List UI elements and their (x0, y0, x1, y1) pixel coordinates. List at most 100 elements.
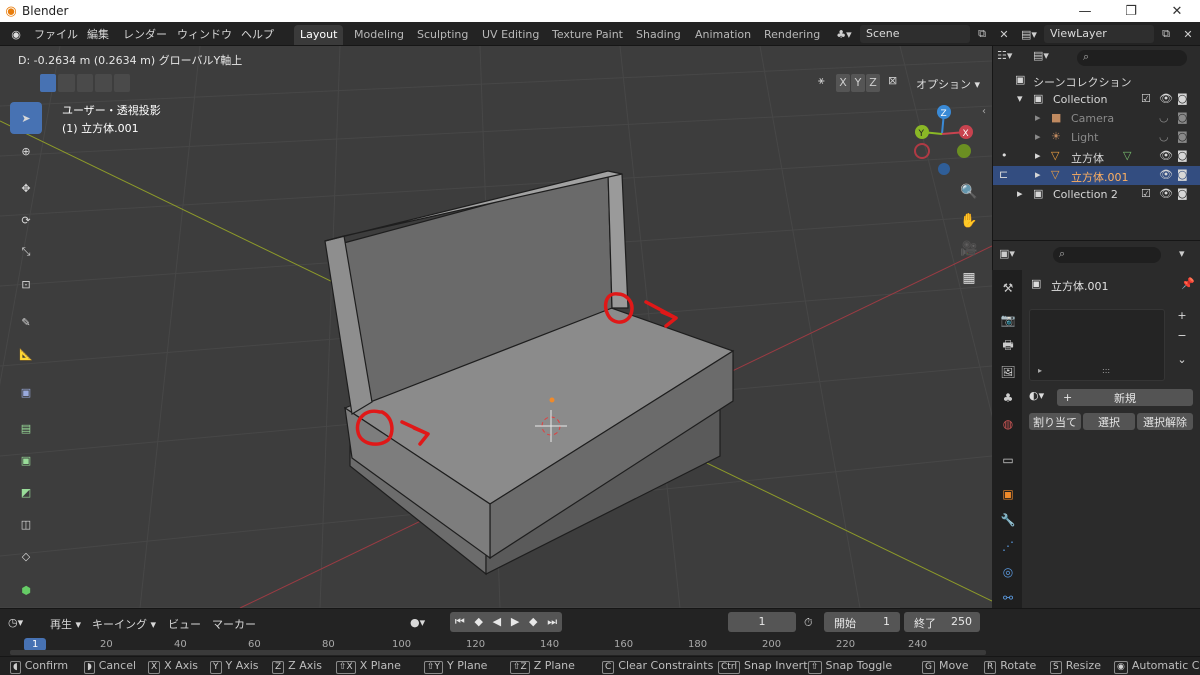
select-intersect-icon[interactable] (113, 74, 131, 92)
editor-type-icon[interactable]: ☷▾ (997, 49, 1025, 67)
play-reverse-icon[interactable]: ◀ (493, 615, 501, 632)
assign-button[interactable]: 割り当て (1029, 413, 1081, 430)
options-dropdown[interactable]: オプション ▾ (912, 74, 984, 92)
chevron-down-icon[interactable]: ▾ (1179, 247, 1185, 260)
mirror-z-toggle[interactable]: Z (866, 74, 880, 92)
slot-menu-chevron-icon[interactable]: ⌄ (1173, 353, 1191, 371)
eye-closed-icon[interactable]: ◡ (1159, 130, 1169, 143)
tab-modeling[interactable]: Modeling (348, 25, 410, 45)
auto-merge-icon[interactable]: ⊠ (888, 74, 906, 92)
deselect-button[interactable]: 選択解除 (1137, 413, 1193, 430)
camera-render-icon[interactable]: ◙ (1177, 168, 1188, 181)
material-slot-list[interactable]: ▸ ::: (1029, 309, 1165, 381)
tool-transform[interactable]: ⊡ (10, 268, 42, 300)
particles-tab-icon[interactable]: ⋰ (998, 536, 1018, 556)
output-tab-icon[interactable]: 🖶 (998, 336, 1018, 356)
menu-help[interactable]: ヘルプ (241, 26, 274, 42)
camera-render-icon[interactable]: ◙ (1177, 149, 1188, 162)
tab-sculpting[interactable]: Sculpting (411, 25, 474, 45)
next-keyframe-icon[interactable]: ◆ (529, 615, 537, 632)
mirror-x-toggle[interactable]: X (836, 74, 850, 92)
keying-menu[interactable]: キーイング ▾ (92, 613, 156, 633)
outliner-row-light[interactable]: ▸ ☀ Light ◡ ◙ (993, 128, 1200, 147)
prev-keyframe-icon[interactable]: ◆ (474, 615, 482, 632)
collection-tab-icon[interactable]: ▭ (998, 450, 1018, 470)
properties-editor-icon[interactable]: ▣▾ (999, 247, 1015, 260)
timeline-scrollbar[interactable] (10, 650, 986, 655)
select-new-icon[interactable] (40, 74, 57, 92)
eye-icon[interactable]: 👁 (1159, 92, 1173, 105)
pin-icon[interactable]: 📌 (1181, 277, 1195, 290)
tool-measure[interactable]: 📐 (10, 338, 42, 370)
viewlayer-selector-icon[interactable]: ▤▾ (1016, 25, 1042, 43)
camera-render-icon[interactable]: ◙ (1177, 111, 1188, 124)
object-tab-icon[interactable]: ▣ (998, 484, 1018, 504)
jump-start-icon[interactable]: ⏮ (455, 615, 465, 632)
sidebar-toggle-icon[interactable]: ‹ (982, 106, 986, 117)
select-invert-icon[interactable] (95, 74, 112, 92)
marker-menu[interactable]: マーカー (212, 613, 256, 633)
pan-hand-icon[interactable]: ✋ (956, 208, 982, 234)
outliner-row-scene-collection[interactable]: ▣ シーンコレクション (993, 71, 1200, 90)
tool-tab-icon[interactable]: ⚒ (998, 278, 1018, 298)
menu-edit[interactable]: 編集 (87, 26, 109, 42)
scene-name-field[interactable]: Scene (860, 25, 970, 43)
outliner-row-cube[interactable]: • ▸ ▽ 立方体 ▽ 👁 ◙ (993, 147, 1200, 166)
tool-annotate[interactable]: ✎ (10, 306, 42, 338)
jump-end-icon[interactable]: ⏭ (547, 615, 557, 632)
zoom-icon[interactable]: 🔍 (956, 179, 982, 205)
timeline-editor-icon[interactable]: ◷▾ (8, 613, 38, 633)
eye-icon[interactable]: 👁 (1159, 187, 1173, 200)
eye-icon[interactable]: 👁 (1159, 168, 1173, 181)
minimize-button[interactable]: — (1062, 0, 1108, 22)
modifier-wrench-icon[interactable]: 🔧 (998, 510, 1018, 530)
view-menu[interactable]: ビュー (168, 613, 201, 633)
3d-viewport[interactable]: Z X Y D: -0.2634 m (0.2634 m) グローバルY軸上 ユ… (0, 46, 992, 608)
add-slot-button[interactable]: + (1173, 309, 1191, 327)
delete-viewlayer-icon[interactable]: ✕ (1178, 25, 1198, 43)
material-browse-icon[interactable]: ◐▾ (1029, 389, 1044, 402)
checkbox-icon[interactable]: ☑ (1141, 92, 1151, 105)
tool-move[interactable]: ✥ (10, 172, 42, 204)
new-viewlayer-icon[interactable]: ⧉ (1156, 25, 1176, 43)
mirror-icon[interactable]: ⚹ (818, 74, 832, 92)
play-icon[interactable]: ▶ (511, 615, 519, 632)
camera-render-icon[interactable]: ◙ (1177, 187, 1188, 200)
new-scene-icon[interactable]: ⧉ (972, 25, 992, 43)
select-subtract-icon[interactable] (76, 74, 94, 92)
scene-tab-icon[interactable]: ♣ (998, 388, 1018, 408)
remove-slot-button[interactable]: − (1173, 329, 1191, 347)
end-frame-field[interactable]: 終了 250 (904, 612, 980, 632)
playback-menu[interactable]: 再生 ▾ (50, 613, 81, 633)
mirror-y-toggle[interactable]: Y (851, 74, 865, 92)
delete-scene-icon[interactable]: ✕ (994, 25, 1014, 43)
camera-render-icon[interactable]: ◙ (1177, 130, 1188, 143)
eye-closed-icon[interactable]: ◡ (1159, 111, 1169, 124)
tab-layout[interactable]: Layout (294, 25, 344, 45)
scene-selector-icon[interactable]: ♣▾ (830, 25, 858, 43)
menu-window[interactable]: ウィンドウ (177, 26, 232, 42)
ortho-grid-icon[interactable]: ▦ (956, 265, 982, 291)
eye-icon[interactable]: 👁 (1159, 149, 1173, 162)
tool-scale[interactable]: ⤡ (10, 236, 42, 268)
outliner-row-camera[interactable]: ▸ ■ Camera ◡ ◙ (993, 109, 1200, 128)
current-frame-field[interactable]: 1 (728, 612, 796, 632)
maximize-button[interactable]: ❐ (1108, 0, 1154, 22)
render-tab-icon[interactable]: 📷 (998, 310, 1018, 330)
camera-view-icon[interactable]: 🎥 (956, 236, 982, 262)
resize-handle-icon[interactable]: ::: (1102, 366, 1110, 375)
tab-rendering[interactable]: Rendering (758, 25, 826, 45)
display-mode-icon[interactable]: ▤▾ (1033, 49, 1061, 67)
tool-extrude[interactable]: ▤ (10, 412, 42, 444)
new-material-button[interactable]: + 新規 (1057, 389, 1193, 406)
tab-texture-paint[interactable]: Texture Paint (546, 25, 629, 45)
menu-render[interactable]: レンダー (123, 26, 167, 42)
blender-menu-icon[interactable]: ◉ (6, 25, 26, 43)
outliner-row-collection-2[interactable]: ▸ ▣ Collection 2 ☑ 👁 ◙ (993, 185, 1200, 204)
select-button[interactable]: 選択 (1083, 413, 1135, 430)
start-frame-field[interactable]: 開始 1 (824, 612, 900, 632)
tool-rotate[interactable]: ⟳ (10, 204, 42, 236)
properties-search-input[interactable]: ⌕ (1053, 247, 1161, 263)
viewlayer-name-field[interactable]: ViewLayer (1044, 25, 1154, 43)
tool-inset[interactable]: ▣ (10, 444, 42, 476)
